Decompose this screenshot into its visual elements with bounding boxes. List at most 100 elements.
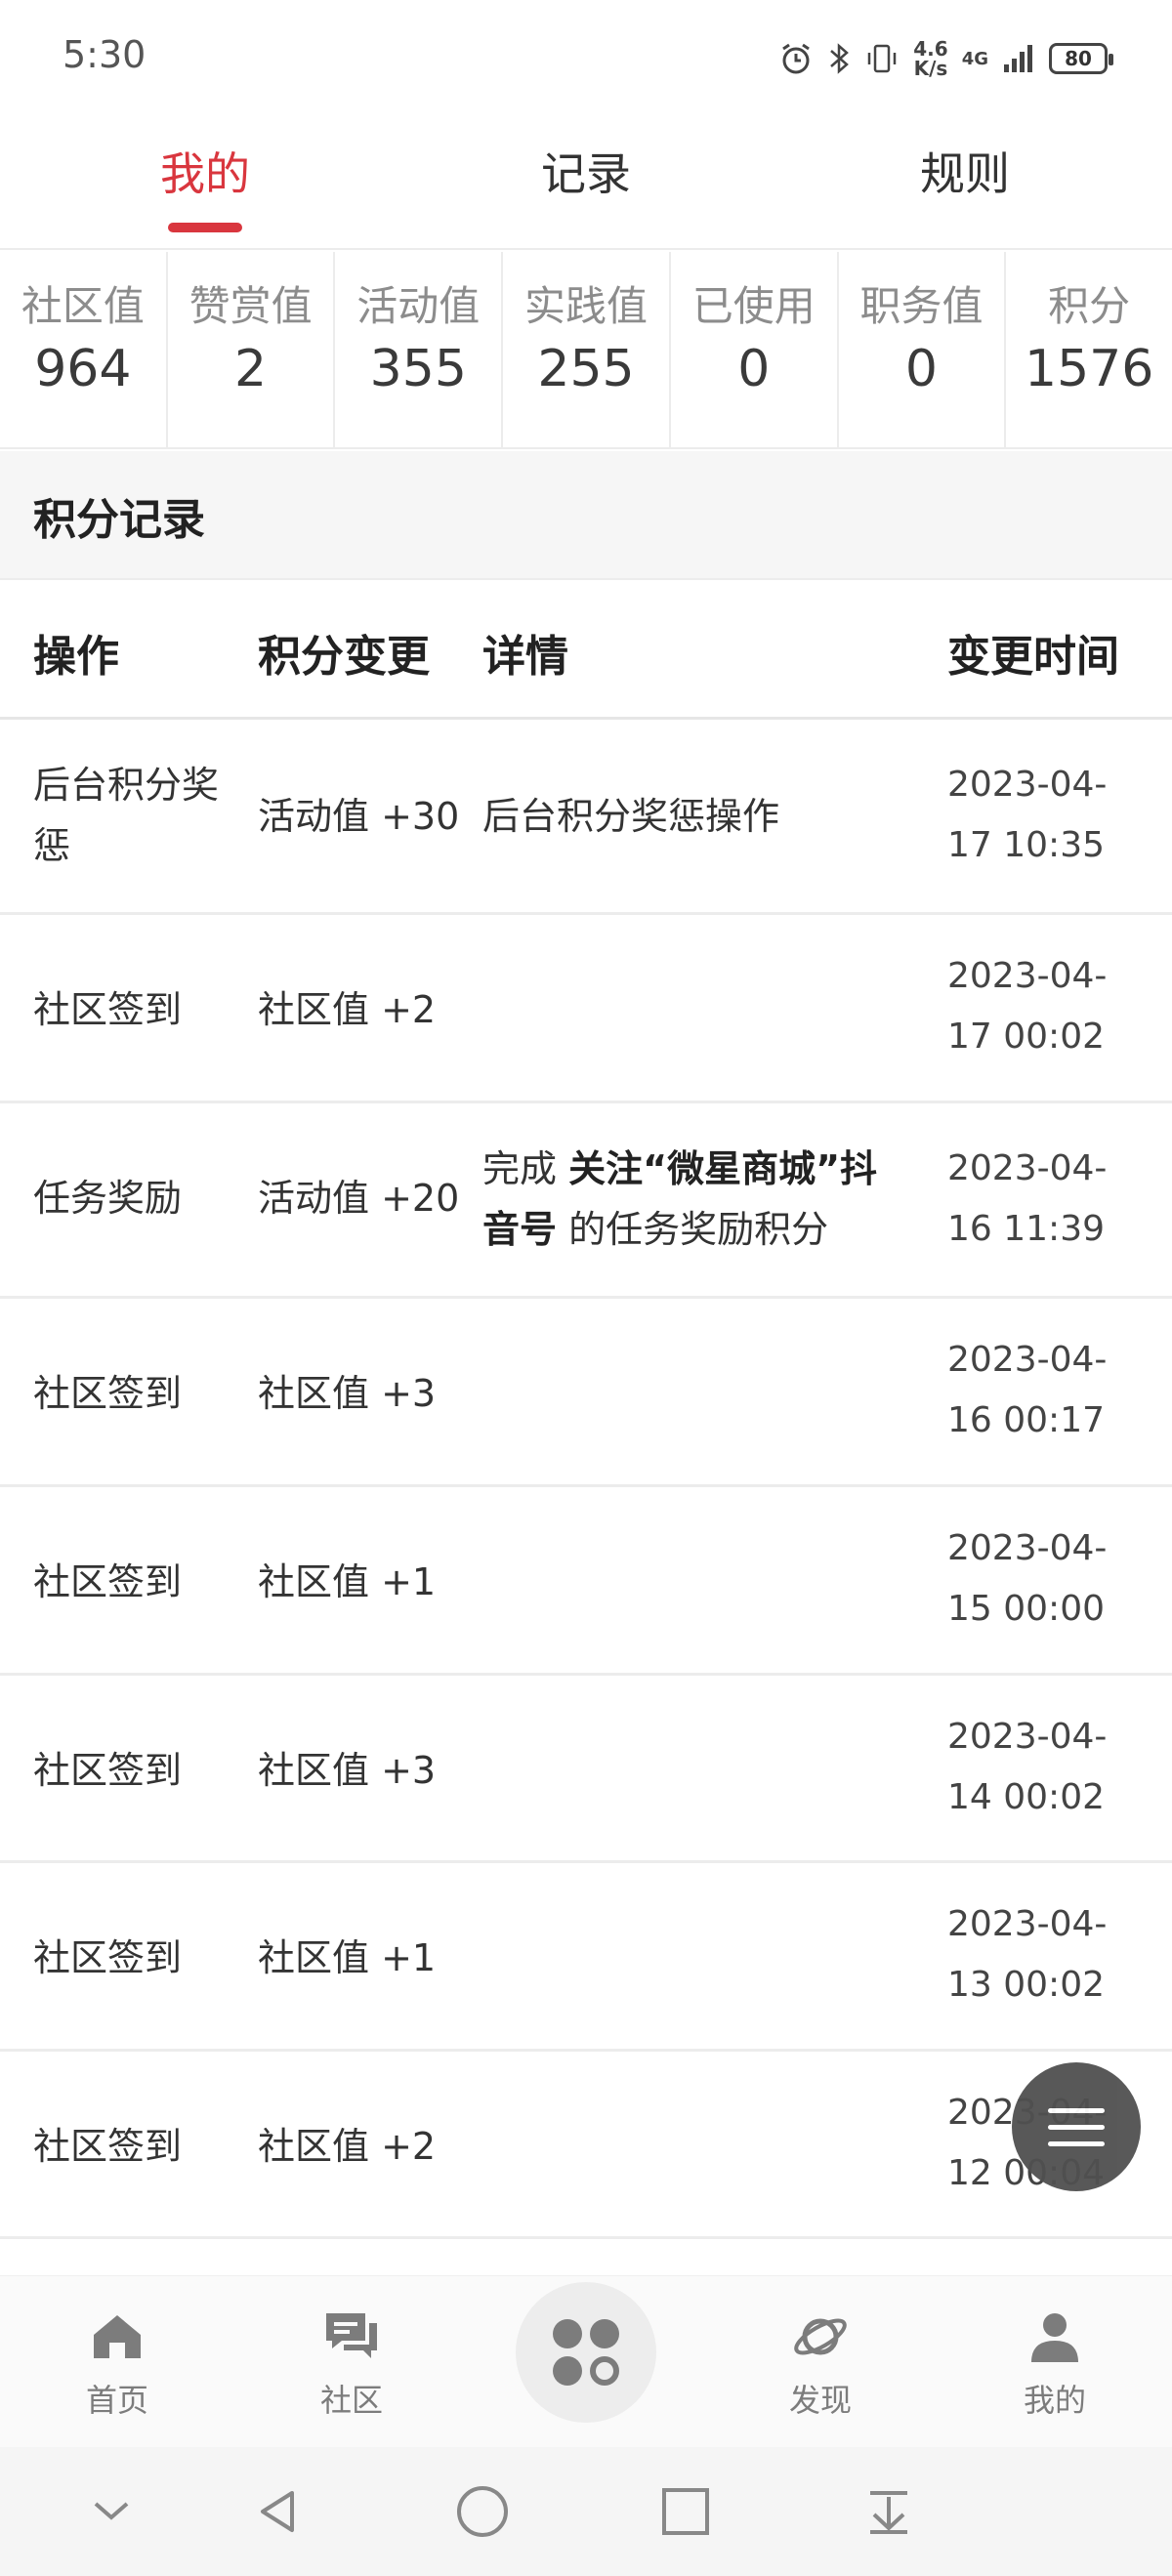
section-title: 积分记录: [33, 495, 205, 545]
nav-apps-button[interactable]: [516, 2282, 656, 2423]
signal-icon: [1004, 45, 1032, 72]
apps-icon: [553, 2319, 619, 2386]
row-clock: 16 11:39: [947, 1209, 1105, 1249]
nav-discover-label: 发现: [788, 2382, 852, 2419]
home-icon: [39, 2302, 195, 2372]
bottom-navigation: 首页 社区 发现 我的: [0, 2275, 1172, 2448]
vibrate-icon: [868, 44, 897, 73]
row-operation: 后台积分奖惩: [33, 764, 220, 867]
row-change: 活动值 +20: [258, 1177, 460, 1220]
menu-line: [1048, 2124, 1105, 2130]
planet-icon: [742, 2302, 899, 2372]
stat-position: 职务值 0: [839, 252, 1007, 447]
stat-label: 赞赏值: [188, 282, 313, 330]
header-detail: 详情: [482, 632, 568, 682]
row-time: 2023-04- 16 00:17: [947, 1330, 1143, 1451]
nav-community-label: 社区: [319, 2382, 383, 2419]
stat-value: 2: [234, 340, 268, 398]
recents-icon[interactable]: [656, 2482, 715, 2541]
stat-appreciation: 赞赏值 2: [168, 252, 336, 447]
row-operation: 社区签到: [33, 1936, 183, 1979]
nav-home-label: 首页: [85, 2382, 148, 2419]
collapse-icon[interactable]: [82, 2482, 141, 2541]
tab-rules[interactable]: 规则: [848, 139, 1082, 203]
header-operation: 操作: [33, 632, 119, 682]
tab-records[interactable]: 记录: [469, 139, 703, 203]
table-row: 社区签到 社区值 +2 2023-04- 17 00:02: [0, 915, 1172, 1103]
row-detail: 完成 关注“微星商城”抖音号 的任务奖励积分: [482, 1139, 902, 1260]
table-row: 社区签到 社区值 +1 2023-04- 15 00:00: [0, 1487, 1172, 1676]
status-icons: 4.6 K/s 4G 80: [778, 35, 1113, 82]
nav-community[interactable]: 社区: [273, 2302, 430, 2421]
row-clock: 16 00:17: [947, 1400, 1105, 1440]
tab-mine[interactable]: 我的: [88, 139, 322, 203]
stat-label: 实践值: [524, 282, 649, 330]
row-time: 2023-04- 13 00:02: [947, 1894, 1143, 2015]
stat-value: 0: [904, 340, 938, 398]
points-table-body: 后台积分奖惩 活动值 +30 后台积分奖惩操作 2023-04- 17 10:35…: [0, 720, 1172, 2239]
stat-label: 积分: [1048, 282, 1131, 330]
row-operation: 社区签到: [33, 988, 183, 1031]
home-circle-icon[interactable]: [453, 2482, 512, 2541]
table-row: 后台积分奖惩 活动值 +30 后台积分奖惩操作 2023-04- 17 10:35: [0, 720, 1172, 915]
row-date: 2023-04-: [947, 1148, 1108, 1188]
nav-discover[interactable]: 发现: [742, 2302, 899, 2421]
net-speed-unit: K/s: [913, 57, 948, 80]
table-row: 社区签到 社区值 +3 2023-04- 16 00:17: [0, 1299, 1172, 1487]
table-row: 社区签到 社区值 +2 2023-04-12 00:04: [0, 2052, 1172, 2239]
menu-line: [1048, 2107, 1105, 2113]
back-icon[interactable]: [248, 2482, 307, 2541]
user-icon: [977, 2302, 1133, 2372]
row-date: 2023-04-: [947, 1717, 1108, 1757]
row-time: 2023-04- 17 10:35: [947, 755, 1143, 876]
section-header: 积分记录: [0, 451, 1172, 580]
nav-mine[interactable]: 我的: [977, 2302, 1133, 2421]
row-time: 2023-04- 16 11:39: [947, 1139, 1143, 1260]
network-type: 4G: [961, 48, 988, 69]
status-bar: 5:30 4.6 K/s 4G 80: [0, 0, 1172, 107]
row-operation: 社区签到: [33, 1560, 183, 1603]
battery-icon: 80: [1049, 43, 1113, 74]
row-change: 社区值 +1: [258, 1936, 437, 1979]
top-tabs: 我的 记录 规则: [0, 117, 1172, 250]
stat-value: 1576: [1025, 340, 1154, 398]
row-date: 2023-04-: [947, 1528, 1108, 1568]
stat-label: 已使用: [691, 282, 816, 330]
row-time: 2023-04- 17 00:02: [947, 946, 1143, 1067]
row-operation: 社区签到: [33, 1749, 183, 1792]
notification-pull-icon[interactable]: [859, 2482, 918, 2541]
nav-home[interactable]: 首页: [39, 2302, 195, 2421]
stat-label: 职务值: [859, 282, 984, 330]
stat-points: 积分 1576: [1006, 252, 1172, 447]
row-change: 社区值 +2: [258, 988, 437, 1031]
row-date: 2023-04-: [947, 1340, 1108, 1380]
table-row: 社区签到 社区值 +3 2023-04- 14 00:02: [0, 1676, 1172, 1863]
stat-community: 社区值 964: [0, 252, 168, 447]
row-clock: 13 00:02: [947, 1965, 1105, 2005]
row-change: 社区值 +1: [258, 1560, 437, 1603]
row-change: 社区值 +3: [258, 1372, 437, 1415]
net-speed: 4.6 K/s: [913, 39, 947, 78]
row-operation: 社区签到: [33, 1372, 183, 1415]
row-change: 社区值 +3: [258, 1749, 437, 1792]
bluetooth-icon: [830, 43, 850, 74]
row-date: 2023-04-: [947, 765, 1108, 805]
status-time: 5:30: [63, 33, 146, 76]
active-tab-indicator: [168, 223, 242, 232]
row-clock: 17 10:35: [947, 825, 1105, 865]
alarm-icon: [782, 43, 811, 74]
stat-label: 活动值: [356, 282, 481, 330]
points-summary: 社区值 964 赞赏值 2 活动值 355 实践值 255 已使用 0 职务值 0 积分 15…: [0, 252, 1172, 449]
stat-practice: 实践值 255: [503, 252, 671, 447]
detail-suffix: 的任务奖励积分: [557, 1208, 829, 1251]
stat-value: 355: [369, 340, 467, 398]
stat-label: 社区值: [21, 282, 145, 330]
row-date: 2023-04-: [947, 956, 1108, 996]
row-change: 活动值 +30: [258, 795, 460, 838]
row-operation: 任务奖励: [33, 1177, 183, 1220]
row-clock: 17 00:02: [947, 1017, 1105, 1057]
stat-used: 已使用 0: [671, 252, 839, 447]
stat-value: 0: [737, 340, 771, 398]
floating-menu-button[interactable]: [1012, 2062, 1141, 2191]
row-time: 2023-04- 14 00:02: [947, 1707, 1143, 1828]
